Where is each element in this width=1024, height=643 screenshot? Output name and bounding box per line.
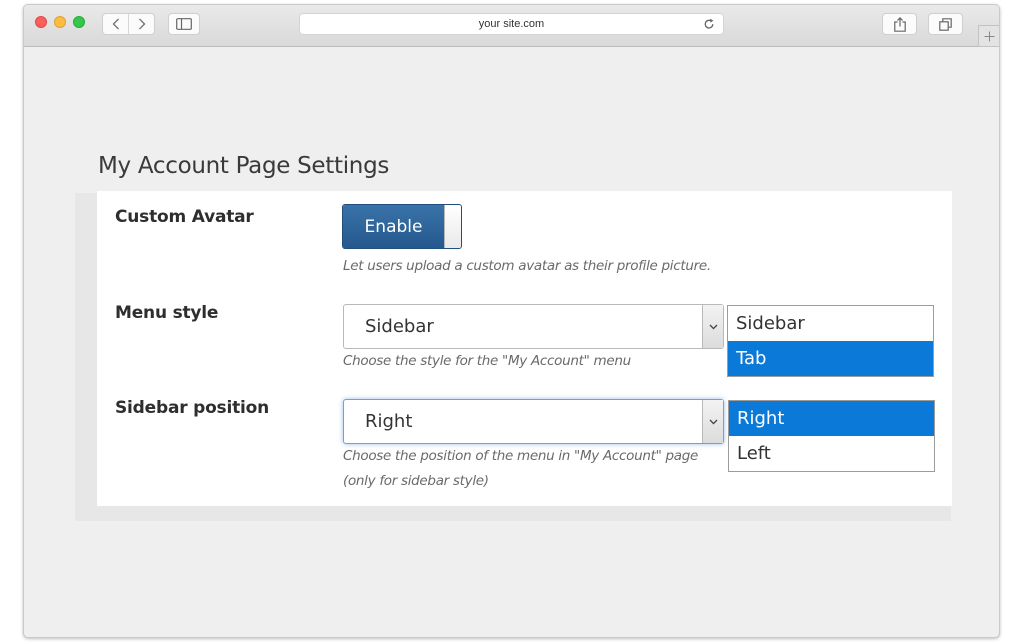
toggle-knob (444, 205, 461, 248)
menu-style-label: Menu style (115, 303, 219, 323)
minimize-window-button[interactable] (54, 16, 66, 28)
reload-icon[interactable] (703, 18, 715, 33)
browser-window: your site.com My Account Page Settings C… (23, 4, 1000, 638)
sidebar-position-label: Sidebar position (115, 398, 270, 418)
menu-style-option-sidebar[interactable]: Sidebar (728, 306, 933, 341)
sidebar-position-option-left[interactable]: Left (729, 436, 934, 471)
settings-panel: Custom Avatar Enable Let users upload a … (97, 191, 952, 506)
menu-style-value: Sidebar (365, 316, 434, 337)
custom-avatar-hint: Let users upload a custom avatar as thei… (343, 258, 711, 274)
show-tabs-button[interactable] (928, 13, 963, 35)
sidebar-position-hint-line1: Choose the position of the menu in "My A… (343, 448, 699, 464)
menu-style-select[interactable]: Sidebar (343, 304, 724, 349)
share-button[interactable] (882, 13, 917, 35)
sidebar-position-hint-line2: (only for sidebar style) (343, 473, 489, 489)
toggle-enable-label: Enable (343, 205, 444, 248)
plus-icon (984, 31, 994, 41)
sidebar-icon (176, 18, 192, 30)
menu-style-option-tab[interactable]: Tab (728, 341, 933, 376)
sidebar-position-select[interactable]: Right (343, 399, 724, 444)
browser-toolbar: your site.com (24, 5, 999, 47)
page-title: My Account Page Settings (98, 153, 390, 179)
sidebar-position-option-right[interactable]: Right (729, 401, 934, 436)
chevron-down-icon[interactable] (702, 305, 723, 348)
sidebar-position-value: Right (365, 411, 413, 432)
menu-style-hint: Choose the style for the "My Account" me… (343, 353, 631, 369)
new-tab-button[interactable] (978, 25, 999, 47)
chevron-down-icon[interactable] (702, 400, 723, 443)
share-icon (893, 16, 906, 32)
forward-button[interactable] (128, 14, 154, 34)
chevron-left-icon (112, 18, 119, 30)
tabs-icon (939, 17, 952, 31)
custom-avatar-toggle[interactable]: Enable (342, 204, 462, 249)
sidebar-position-dropdown: Right Left (728, 400, 935, 472)
address-bar[interactable]: your site.com (299, 13, 724, 35)
zoom-window-button[interactable] (73, 16, 85, 28)
custom-avatar-label: Custom Avatar (115, 207, 254, 227)
chevron-right-icon (138, 18, 146, 30)
address-url: your site.com (478, 18, 545, 30)
sidebar-toggle-button[interactable] (168, 13, 200, 35)
navigation-buttons (102, 13, 155, 35)
menu-style-dropdown: Sidebar Tab (727, 305, 934, 377)
close-window-button[interactable] (35, 16, 47, 28)
back-button[interactable] (103, 14, 128, 34)
